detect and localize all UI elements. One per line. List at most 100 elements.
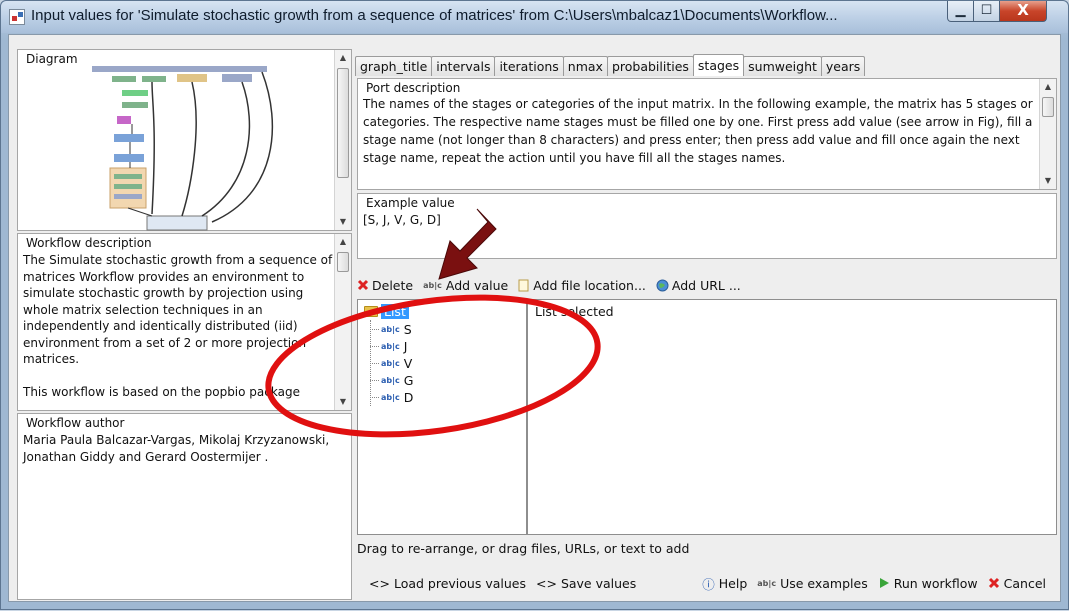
tab-years[interactable]: years [820, 56, 866, 76]
tree-item-label: V [403, 356, 413, 371]
bottom-button-bar: <> Load previous values <> Save values ⓘ… [357, 571, 1057, 595]
globe-icon [656, 279, 669, 291]
info-icon: ⓘ [702, 576, 715, 592]
tab-iterations[interactable]: iterations [494, 56, 564, 76]
use-examples-label: Use examples [780, 575, 868, 591]
tab-intervals[interactable]: intervals [431, 56, 496, 76]
text-value-icon: ab|c [381, 393, 400, 402]
diagram-title: Diagram [24, 52, 80, 66]
folder-icon [364, 306, 378, 317]
text-value-icon: ab|c [757, 578, 777, 588]
add-file-location-button[interactable]: Add file location... [518, 278, 646, 293]
title-bar[interactable]: Input values for 'Simulate stochastic gr… [1, 1, 1068, 33]
window-title: Input values for 'Simulate stochastic gr… [31, 7, 838, 24]
minimize-button[interactable]: ▁ [947, 1, 974, 22]
scroll-down-icon[interactable]: ▼ [335, 214, 351, 230]
tree-item[interactable]: ab|c D [370, 390, 413, 405]
scroll-up-icon[interactable]: ▲ [1040, 79, 1056, 95]
application-window: Input values for 'Simulate stochastic gr… [0, 0, 1069, 610]
scroll-down-icon[interactable]: ▼ [335, 394, 351, 410]
save-arrows-icon: <> [535, 575, 557, 591]
add-file-location-label: Add file location... [533, 277, 646, 293]
help-button[interactable]: ⓘ Help [702, 574, 747, 593]
workflow-description-paragraph: The Simulate stochastic growth from a se… [23, 253, 333, 366]
example-value-title: Example value [364, 196, 457, 210]
text-value-icon: ab|c [381, 376, 400, 385]
add-url-button[interactable]: Add URL ... [656, 278, 741, 293]
tree-item[interactable]: ab|c J [370, 339, 407, 354]
file-icon [518, 279, 529, 291]
text-value-icon: ab|c [381, 325, 400, 334]
text-value-icon: ab|c [381, 359, 400, 368]
port-description-panel: Port description The names of the stages… [357, 78, 1057, 190]
save-values-label: Save values [560, 575, 637, 591]
workflow-description-panel: Workflow description The Simulate stocha… [17, 233, 352, 411]
scroll-thumb[interactable] [337, 68, 349, 178]
drag-hint-text: Drag to re-arrange, or drag files, URLs,… [357, 541, 690, 556]
tree-item-label: J [403, 339, 408, 354]
delete-x-icon [357, 279, 369, 291]
value-toolbar: Delete ab|c Add value Add file location.… [357, 274, 751, 296]
scroll-down-icon[interactable]: ▼ [1040, 173, 1056, 189]
workflow-description-scrollbar[interactable]: ▲ ▼ [334, 234, 351, 410]
delete-button[interactable]: Delete [357, 278, 413, 293]
tree-item[interactable]: ab|c V [370, 356, 412, 371]
workflow-description-title: Workflow description [24, 236, 154, 250]
diagram-panel: Diagram ▲ ▼ [17, 49, 352, 231]
workflow-author-title: Workflow author [24, 416, 127, 430]
tree-connector [370, 329, 379, 330]
tree-item[interactable]: ab|c G [370, 373, 413, 388]
save-values-button[interactable]: <> Save values [536, 576, 636, 591]
tree-connector [370, 397, 379, 398]
scroll-thumb[interactable] [1042, 97, 1054, 117]
load-previous-values-button[interactable]: <> Load previous values [369, 576, 526, 591]
run-workflow-label: Run workflow [893, 575, 978, 591]
cancel-x-icon [988, 577, 999, 589]
tree-connector [370, 346, 379, 347]
maximize-button[interactable]: ☐ [973, 1, 1000, 22]
workflow-diagram-image[interactable] [92, 64, 312, 232]
values-tree[interactable]: List ab|c Sab|c Jab|c Vab|c Gab|c D [357, 299, 527, 535]
tree-root-list[interactable]: List [364, 304, 409, 319]
port-tabs: graph_title intervals iterations nmax probab… [355, 54, 866, 77]
add-value-button[interactable]: ab|c Add value [423, 278, 508, 293]
cancel-button[interactable]: Cancel [988, 576, 1046, 591]
tree-connector [370, 363, 379, 364]
tab-sumweight[interactable]: sumweight [743, 56, 822, 76]
scroll-thumb[interactable] [337, 252, 349, 272]
example-value-panel: Example value [S, J, V, G, D] [357, 193, 1057, 259]
tab-nmax[interactable]: nmax [562, 56, 608, 76]
value-detail-pane[interactable]: List selected [527, 299, 1057, 535]
diagram-scrollbar[interactable]: ▲ ▼ [334, 50, 351, 230]
play-icon [879, 578, 889, 588]
client-area: Diagram ▲ ▼ Workflow description The Sim… [8, 34, 1061, 602]
load-previous-values-label: Load previous values [393, 575, 526, 591]
detail-text: List selected [535, 304, 614, 319]
port-description-title: Port description [364, 81, 463, 95]
example-value-text: [S, J, V, G, D] [363, 213, 441, 227]
workflow-author-text: Maria Paula Balcazar-Vargas, Mikolaj Krz… [23, 433, 330, 464]
workflow-description-text: The Simulate stochastic growth from a se… [23, 252, 333, 400]
app-icon [9, 9, 25, 25]
use-examples-button[interactable]: ab|c Use examples [757, 576, 867, 591]
cancel-label: Cancel [1003, 575, 1046, 591]
tree-item-label: G [403, 373, 414, 388]
tree-root-label: List [381, 304, 409, 319]
tree-connector [370, 380, 379, 381]
port-description-text: The names of the stages or categories of… [363, 97, 1033, 165]
scroll-up-icon[interactable]: ▲ [335, 234, 351, 250]
add-url-label: Add URL ... [671, 277, 741, 293]
tree-item-label: S [403, 322, 412, 337]
scroll-up-icon[interactable]: ▲ [335, 50, 351, 66]
tree-item[interactable]: ab|c S [370, 322, 412, 337]
tree-item-label: D [403, 390, 414, 405]
tab-stages[interactable]: stages [692, 54, 745, 76]
run-workflow-button[interactable]: Run workflow [878, 576, 978, 591]
tab-probabilities[interactable]: probabilities [606, 56, 694, 76]
port-description-scrollbar[interactable]: ▲ ▼ [1039, 79, 1056, 189]
delete-label: Delete [372, 277, 414, 293]
tab-graph-title[interactable]: graph_title [355, 56, 433, 76]
text-value-icon: ab|c [423, 280, 442, 290]
workflow-description-paragraph-2: This workflow is based on the popbio pac… [23, 384, 300, 399]
close-button[interactable]: X [999, 1, 1047, 22]
